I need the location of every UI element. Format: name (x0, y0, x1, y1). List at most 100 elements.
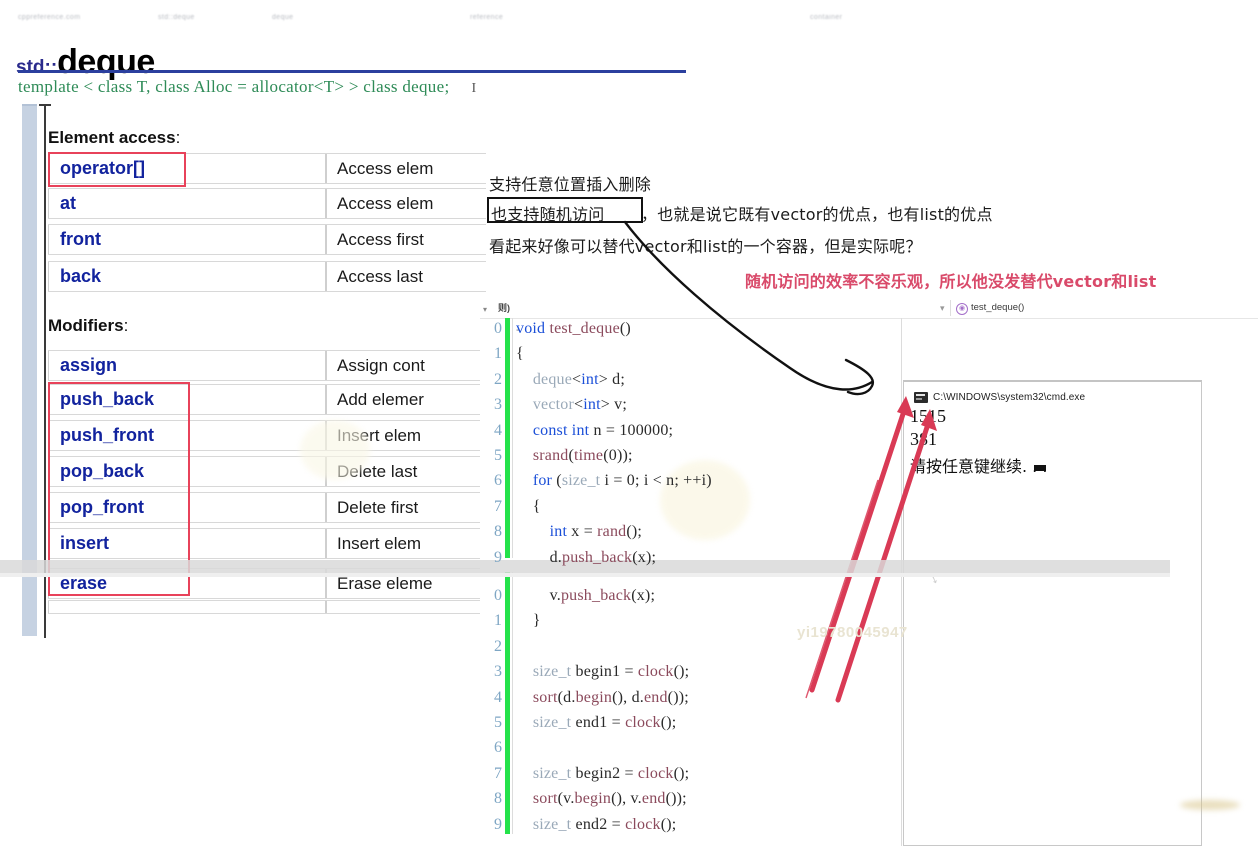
line-number: 0 (494, 587, 502, 604)
line-number: 4 (494, 688, 502, 706)
member-desc-cell: Access elem (326, 154, 486, 183)
left-rail (22, 106, 37, 636)
line-number: 2 (494, 637, 502, 655)
member-desc-cell-partial (326, 601, 486, 613)
nav-scope-label[interactable]: 则) (498, 301, 510, 314)
console-cursor (1034, 465, 1046, 471)
annotation-line-4-red: 随机访问的效率不容乐观，所以他没发替代vector和list (745, 272, 1157, 291)
member-name-cell[interactable]: push_front (48, 421, 326, 450)
console-output-line: 381 (910, 429, 937, 449)
nav-left-caret-icon[interactable]: ▾ (483, 305, 487, 314)
code-line[interactable]: void test_deque() (516, 320, 631, 338)
doc-topbar: cppreference.com std::deque deque refere… (0, 14, 1258, 28)
console-title-text: C:\WINDOWS\system32\cmd.exe (933, 391, 1086, 403)
scroll-tear-band-shadow (0, 573, 1170, 577)
section-heading-text: Modifiers (48, 316, 124, 335)
member-desc-cell: Access first (326, 225, 486, 254)
code-line[interactable]: { (516, 498, 541, 516)
code-line[interactable]: sort(v.begin(), v.end()); (516, 790, 687, 808)
line-number: 5 (494, 714, 502, 731)
code-line[interactable]: srand(time(0)); (516, 447, 633, 465)
line-number: 2 (494, 370, 502, 388)
editor-change-bar (505, 318, 510, 558)
screenshot-root: cppreference.com std::deque deque refere… (0, 0, 1258, 846)
section-heading-colon: : (123, 316, 129, 335)
line-number: 1 (494, 612, 502, 630)
table-row[interactable]: front Access first (48, 224, 486, 255)
line-number: 3 (494, 663, 502, 681)
chevron-down-icon[interactable]: ▾ (940, 303, 945, 314)
line-number: 8 (494, 790, 502, 808)
member-name-cell[interactable]: push_back (48, 385, 326, 414)
line-number: 3 (494, 396, 502, 414)
member-name-cell[interactable]: pop_back (48, 457, 326, 486)
code-line[interactable]: } (516, 612, 541, 630)
page-title-namespace: std:: (16, 57, 58, 79)
doc-topbar-item: cppreference.com (18, 14, 81, 21)
nav-separator (950, 300, 951, 316)
table-row[interactable]: push_back Add elemer (48, 384, 486, 415)
table-row[interactable]: back Access last (48, 261, 486, 292)
editor-change-bar-edge (512, 572, 513, 834)
watermark: yi19780045947 (797, 624, 908, 641)
code-line[interactable]: int x = rand(); (516, 523, 642, 541)
table-row[interactable]: pop_front Delete first (48, 492, 486, 523)
console-prompt-line: 请按任意键继续. . . (910, 457, 1048, 476)
editor-change-bar-edge (512, 318, 513, 558)
member-name-cell-partial[interactable] (48, 601, 326, 613)
template-signature: template < class T, class Alloc = alloca… (18, 77, 476, 97)
vertical-guide-line (44, 104, 46, 638)
code-line[interactable]: const int n = 100000; (516, 422, 673, 440)
line-number: 9 (494, 548, 502, 566)
member-name-cell[interactable]: insert (48, 529, 326, 558)
line-number: 8 (494, 523, 502, 541)
code-line[interactable]: size_t begin2 = clock(); (516, 765, 689, 783)
cmd-icon (914, 391, 928, 403)
table-row-partial[interactable] (48, 600, 486, 614)
nav-function-name[interactable]: test_deque() (971, 302, 1024, 313)
console-window[interactable]: C:\WINDOWS\system32\cmd.exe 1515 381 请按任… (903, 380, 1202, 846)
member-name-cell[interactable]: pop_front (48, 493, 326, 522)
table-row[interactable]: insert Insert elem (48, 528, 486, 559)
member-name-cell[interactable]: assign (48, 351, 326, 380)
member-name-cell[interactable]: front (48, 225, 326, 254)
line-number: 7 (494, 497, 502, 515)
annotation-line-2-boxed: 也支持随机访问 (491, 205, 605, 224)
line-number: 1 (494, 345, 502, 363)
section-heading-modifiers: Modifiers: (48, 316, 128, 336)
member-desc-cell: Delete first (326, 493, 486, 522)
code-line[interactable]: size_t end2 = clock(); (516, 816, 676, 834)
doc-topbar-item: deque (272, 14, 294, 21)
table-row[interactable]: push_front Insert elem (48, 420, 486, 451)
editor-navigation-bar[interactable]: ▾ 则) ▾ ◉ test_deque() (480, 298, 1258, 319)
text-cursor-glyph: I (471, 81, 477, 96)
code-line[interactable]: for (size_t i = 0; i < n; ++i) (516, 472, 712, 490)
console-titlebar: C:\WINDOWS\system32\cmd.exe (914, 390, 1085, 404)
code-line[interactable]: v.push_back(x); (516, 587, 655, 605)
code-line[interactable]: size_t begin1 = clock(); (516, 663, 689, 681)
code-line[interactable]: vector<int> v; (516, 396, 627, 414)
section-heading-text: Element access (48, 128, 176, 147)
table-row[interactable]: pop_back Delete last (48, 456, 486, 487)
line-number: 7 (494, 764, 502, 782)
code-line[interactable]: d.push_back(x); (516, 549, 656, 567)
code-line[interactable]: sort(d.begin(), d.end()); (516, 689, 689, 707)
member-desc-cell: Insert elem (326, 529, 486, 558)
member-name-cell[interactable]: operator[] (48, 154, 326, 183)
line-number: 5 (494, 447, 502, 464)
doc-topbar-item: container (810, 14, 843, 21)
member-desc-cell: Add elemer (326, 385, 486, 414)
template-signature-text: template < class T, class Alloc = alloca… (18, 77, 450, 96)
code-line[interactable]: size_t end1 = clock(); (516, 714, 676, 732)
member-name-cell[interactable]: at (48, 189, 326, 218)
table-row[interactable]: at Access elem (48, 188, 486, 219)
code-line[interactable]: { (516, 345, 524, 363)
annotation-line-1: 支持任意位置插入删除 (489, 175, 652, 194)
table-row[interactable]: operator[] Access elem (48, 153, 486, 184)
line-number: 6 (494, 472, 502, 490)
member-name-cell[interactable]: back (48, 262, 326, 291)
code-line[interactable]: deque<int> d; (516, 371, 625, 389)
annotation-line-3: 看起来好像可以替代vector和list的一个容器，但是实际呢？ (489, 237, 922, 256)
line-number: 9 (494, 815, 502, 833)
table-row[interactable]: assign Assign cont (48, 350, 486, 381)
